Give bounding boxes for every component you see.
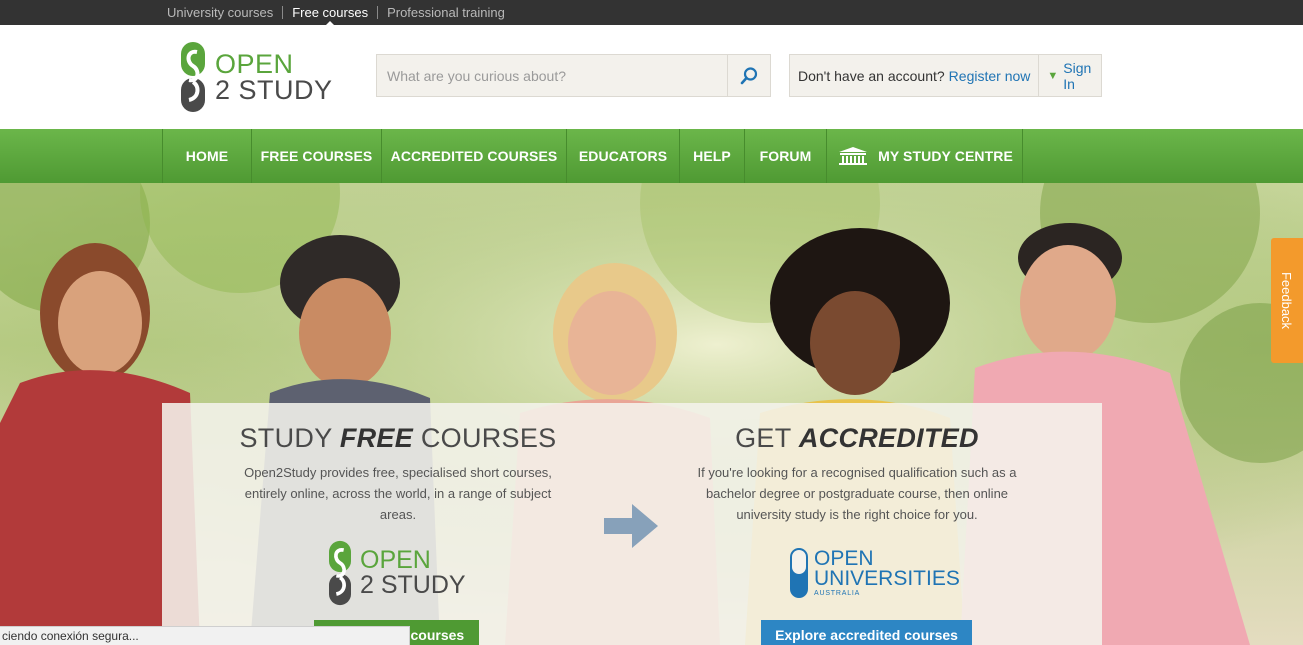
oua-logo-icon bbox=[790, 548, 808, 598]
panel-logo-text-2study: 2 STUDY bbox=[360, 571, 466, 599]
oua-text-universities: UNIVERSITIES bbox=[814, 567, 960, 590]
chevron-down-icon: ▼ bbox=[1047, 69, 1059, 82]
nav-label: FREE COURSES bbox=[260, 148, 373, 164]
account-question: Don't have an account? bbox=[798, 67, 945, 84]
feedback-tab[interactable]: Feedback bbox=[1271, 238, 1303, 363]
open2study-logo-icon bbox=[329, 540, 351, 606]
free-courses-text: Open2Study provides free, specialised sh… bbox=[244, 465, 552, 522]
nav-item-educators[interactable]: EDUCATORS bbox=[567, 129, 680, 183]
nav-item-accredited-courses[interactable]: ACCREDITED COURSES bbox=[382, 129, 567, 183]
nav-label: ACCREDITED COURSES bbox=[390, 148, 558, 164]
top-links: University courses Free courses Professi… bbox=[158, 0, 514, 26]
search-button[interactable] bbox=[727, 55, 770, 96]
search-box bbox=[376, 54, 771, 97]
accredited-title: GET ACCREDITED bbox=[735, 423, 979, 453]
explore-accredited-courses-button[interactable]: Explore accredited courses bbox=[761, 620, 972, 645]
nav-label: HELP bbox=[693, 148, 731, 164]
top-bar: University courses Free courses Professi… bbox=[0, 0, 1303, 26]
nav-item-home[interactable]: HOME bbox=[163, 129, 252, 183]
browser-status-bar: ciendo conexión segura... bbox=[0, 626, 410, 645]
status-text: ciendo conexión segura... bbox=[2, 629, 139, 643]
nav-item-help[interactable]: HELP bbox=[680, 129, 745, 183]
hero-panel: STUDY FREE COURSES Open2Study provides f… bbox=[162, 403, 1102, 645]
oua-text-australia: AUSTRALIA bbox=[814, 590, 861, 597]
top-link-university-courses[interactable]: University courses bbox=[158, 6, 282, 19]
register-now-link[interactable]: Register now bbox=[949, 68, 1039, 84]
logo-text-2study: 2 STUDY bbox=[215, 75, 333, 105]
open-universities-logo: OPEN UNIVERSITIES AUSTRALIA bbox=[790, 548, 960, 598]
free-courses-column: STUDY FREE COURSES Open2Study provides f… bbox=[228, 403, 568, 525]
oua-text-open: OPEN bbox=[814, 547, 874, 570]
main-nav: HOME FREE COURSES ACCREDITED COURSES EDU… bbox=[0, 129, 1303, 183]
header: OPEN 2 STUDY Don't have an account? Regi… bbox=[0, 25, 1303, 129]
top-link-free-courses-label: Free courses bbox=[292, 5, 369, 20]
accredited-text: If you're looking for a recognised quali… bbox=[697, 465, 1017, 522]
nav-item-my-study-centre[interactable]: MY STUDY CENTRE bbox=[827, 129, 1023, 183]
site-logo[interactable]: OPEN 2 STUDY bbox=[181, 42, 333, 112]
feedback-label: Feedback bbox=[1279, 271, 1295, 330]
accredited-cta-label: Explore accredited courses bbox=[775, 627, 958, 643]
accredited-column: GET ACCREDITED If you're looking for a r… bbox=[687, 403, 1027, 525]
open2study-logo-icon bbox=[181, 42, 205, 112]
sign-in-button[interactable]: ▼ Sign In bbox=[1038, 55, 1101, 96]
panel-logo-text-open: OPEN bbox=[360, 546, 431, 574]
search-icon bbox=[740, 66, 758, 84]
top-link-professional-training[interactable]: Professional training bbox=[377, 6, 514, 19]
nav-item-free-courses[interactable]: FREE COURSES bbox=[252, 129, 382, 183]
nav-label: EDUCATORS bbox=[578, 148, 668, 164]
logo-text-open: OPEN bbox=[215, 49, 294, 79]
search-input[interactable] bbox=[377, 55, 727, 96]
free-courses-title: STUDY FREE COURSES bbox=[239, 423, 557, 453]
nav-label: FORUM bbox=[759, 148, 812, 164]
hero-banner: STUDY FREE COURSES Open2Study provides f… bbox=[0, 183, 1303, 645]
account-box: Don't have an account? Register now ▼ Si… bbox=[789, 54, 1102, 97]
nav-label: MY STUDY CENTRE bbox=[878, 148, 1013, 164]
sign-in-label: Sign In bbox=[1063, 59, 1092, 92]
building-icon bbox=[839, 147, 868, 165]
nav-label: HOME bbox=[185, 148, 229, 164]
top-link-free-courses[interactable]: Free courses bbox=[282, 5, 377, 26]
arrow-right-icon bbox=[604, 504, 658, 548]
nav-item-forum[interactable]: FORUM bbox=[745, 129, 827, 183]
open2study-panel-logo: OPEN 2 STUDY bbox=[329, 540, 466, 606]
